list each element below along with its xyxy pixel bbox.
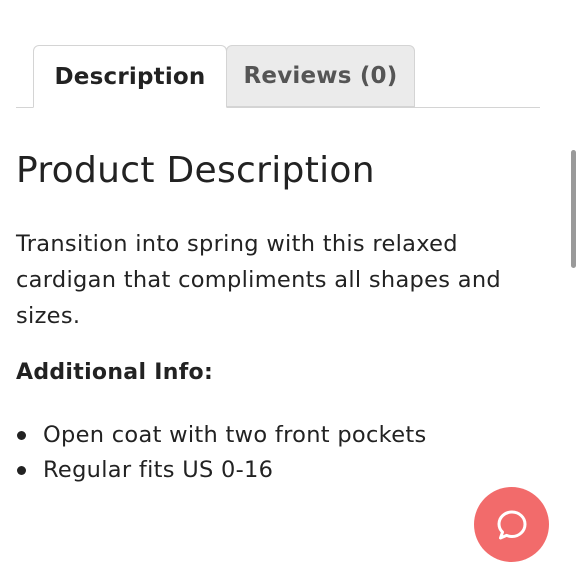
page-title: Product Description — [16, 150, 375, 191]
additional-info-heading: Additional Info: — [16, 360, 214, 385]
list-item-text: Open coat with two front pockets — [43, 422, 427, 448]
bullet-icon — [17, 431, 26, 440]
tab-reviews-label: Reviews (0) — [243, 63, 398, 89]
tab-description-label: Description — [54, 63, 206, 90]
list-item-text: Regular fits US 0-16 — [43, 457, 274, 483]
tab-description[interactable]: Description — [33, 45, 227, 108]
list-item: Regular fits US 0-16 — [16, 453, 427, 488]
product-info-page: Description Reviews (0) Product Descript… — [0, 0, 580, 580]
chat-bubble-icon — [497, 510, 526, 539]
bullet-icon — [17, 466, 26, 475]
list-item: Open coat with two front pockets — [16, 418, 427, 453]
product-description-text: Transition into spring with this relaxed… — [16, 231, 501, 329]
scrollbar[interactable] — [571, 150, 576, 268]
additional-info-list: Open coat with two front pockets Regular… — [16, 418, 427, 488]
tab-reviews[interactable]: Reviews (0) — [226, 45, 415, 107]
chat-button[interactable] — [474, 487, 549, 562]
product-tabs: Description Reviews (0) — [16, 45, 540, 108]
